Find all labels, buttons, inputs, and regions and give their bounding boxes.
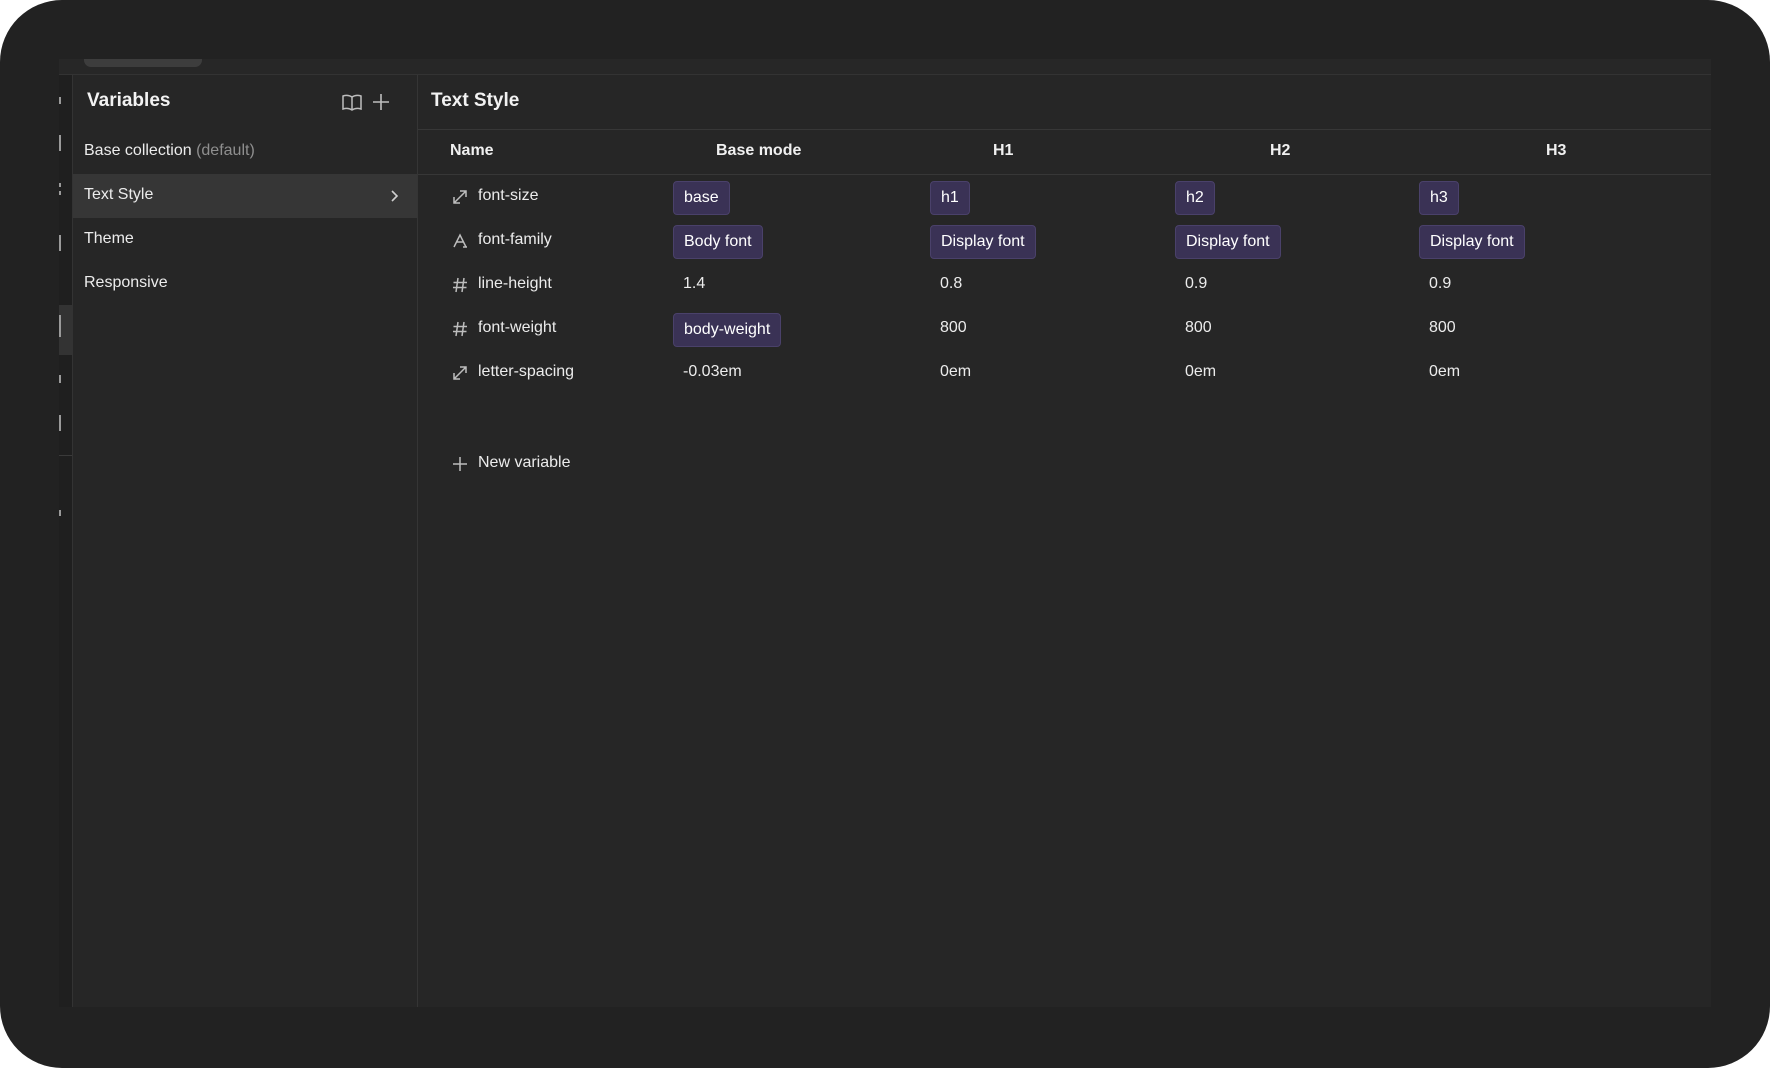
- rail-mark: [59, 183, 61, 187]
- value-text: 0em: [1185, 363, 1217, 380]
- alias-chip[interactable]: body-weight: [673, 313, 782, 347]
- chevron-right-icon: [385, 187, 403, 205]
- value-text: 0em: [1429, 363, 1461, 380]
- collection-label: Base collection (default): [84, 142, 255, 159]
- hash-icon: [451, 276, 469, 294]
- table-row[interactable]: line-height 1.4 0.8 0.9 0.9: [418, 263, 1711, 307]
- left-tool-rail: [59, 75, 73, 1007]
- alias-chip[interactable]: Body font: [673, 225, 763, 259]
- table-row[interactable]: font-size base h1 h2 h3: [418, 175, 1711, 219]
- alias-chip[interactable]: Display font: [1419, 225, 1525, 259]
- table-row[interactable]: font-weight body-weight 800 800 800: [418, 307, 1711, 351]
- column-header-h1[interactable]: H1: [993, 142, 1013, 160]
- variable-name[interactable]: font-weight: [478, 319, 556, 337]
- alias-chip[interactable]: Display font: [930, 225, 1036, 259]
- new-variable-button[interactable]: New variable: [418, 442, 718, 486]
- value-text: 800: [1185, 319, 1212, 336]
- rail-mark: [59, 315, 61, 337]
- value-text: 1.4: [683, 275, 706, 292]
- resize-diagonal-icon: [451, 188, 469, 206]
- variables-sidebar: Variables Base collection (default) Text…: [73, 75, 418, 1007]
- collection-label: Theme: [84, 230, 134, 247]
- alias-chip[interactable]: h2: [1175, 181, 1215, 215]
- sidebar-header: Variables: [73, 75, 417, 129]
- hash-icon: [451, 320, 469, 338]
- collection-label: Responsive: [84, 274, 168, 291]
- rail-mark: [59, 510, 61, 516]
- resize-diagonal-icon: [451, 364, 469, 382]
- table-header: Name Base mode H1 H2 H3: [418, 130, 1711, 175]
- column-header-h3[interactable]: H3: [1546, 142, 1566, 160]
- collection-responsive[interactable]: Responsive: [73, 262, 417, 306]
- alias-chip[interactable]: Display font: [1175, 225, 1281, 259]
- rail-mark: [59, 97, 61, 104]
- variable-name[interactable]: line-height: [478, 275, 552, 293]
- value-text: 0.8: [940, 275, 963, 292]
- rail-divider: [59, 455, 72, 456]
- variable-name[interactable]: font-family: [478, 231, 552, 249]
- device-frame: Variables Base collection (default) Text…: [0, 0, 1770, 1068]
- variables-table-panel: Text Style Name Base mode H1 H2 H3 font-…: [418, 75, 1711, 1007]
- value-text: 0.9: [1429, 275, 1452, 292]
- value-text: 800: [940, 319, 967, 336]
- value-text: 800: [1429, 319, 1456, 336]
- app-window: Variables Base collection (default) Text…: [59, 59, 1711, 1007]
- column-header-base-mode[interactable]: Base mode: [716, 142, 801, 160]
- variable-name[interactable]: letter-spacing: [478, 363, 574, 381]
- collection-label: Text Style: [84, 186, 154, 203]
- rail-mark: [59, 135, 61, 151]
- book-icon[interactable]: [341, 91, 363, 113]
- plus-icon: [451, 455, 469, 473]
- table-row[interactable]: letter-spacing -0.03em 0em 0em 0em: [418, 351, 1711, 395]
- column-header-name[interactable]: Name: [450, 142, 494, 160]
- value-text: -0.03em: [683, 363, 742, 380]
- alias-chip[interactable]: h1: [930, 181, 970, 215]
- rail-mark: [59, 235, 61, 251]
- rail-mark: [59, 375, 61, 383]
- alias-chip[interactable]: h3: [1419, 181, 1459, 215]
- collection-text-style[interactable]: Text Style: [73, 174, 417, 218]
- panel-header: Text Style: [418, 75, 1711, 130]
- sidebar-title: Variables: [87, 90, 171, 111]
- rail-mark: [59, 191, 61, 195]
- plus-icon[interactable]: [370, 91, 392, 113]
- top-tab-strip: [59, 59, 1711, 75]
- collection-title: Text Style: [431, 90, 520, 111]
- value-text: 0.9: [1185, 275, 1208, 292]
- variable-name[interactable]: font-size: [478, 187, 538, 205]
- collection-base[interactable]: Base collection (default): [73, 130, 417, 174]
- alias-chip[interactable]: base: [673, 181, 730, 215]
- column-header-h2[interactable]: H2: [1270, 142, 1290, 160]
- tab-pill[interactable]: [84, 59, 202, 67]
- rail-mark: [59, 415, 61, 431]
- collection-theme[interactable]: Theme: [73, 218, 417, 262]
- default-badge: (default): [196, 142, 255, 159]
- new-variable-label: New variable: [478, 454, 571, 471]
- font-icon: [451, 232, 469, 250]
- value-text: 0em: [940, 363, 972, 380]
- table-row[interactable]: font-family Body font Display font Display …: [418, 219, 1711, 263]
